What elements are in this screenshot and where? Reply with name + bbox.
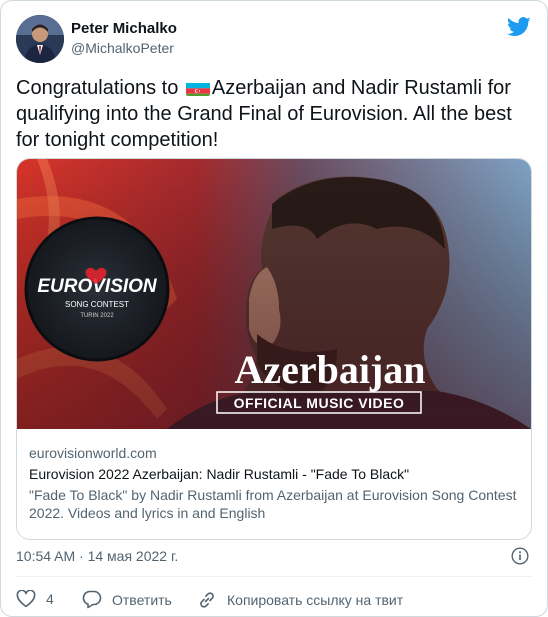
reply-label: Ответить [112, 591, 172, 608]
azerbaijan-flag-icon [185, 80, 210, 96]
copy-link-button[interactable]: Копировать ссылку на твит [197, 590, 403, 610]
author-name[interactable]: Peter Michalko [71, 20, 177, 37]
thumbnail-logo-city: TURIN 2022 [80, 313, 114, 319]
tweet-text-before-flag: Congratulations to [16, 77, 184, 99]
like-count: 4 [46, 591, 54, 607]
like-button[interactable]: 4 [16, 590, 54, 608]
twitter-bird-icon[interactable] [507, 17, 531, 37]
info-icon[interactable] [511, 547, 529, 565]
link-thumbnail[interactable]: EUROVISION SONG CONTEST TURIN 2022 Azerb… [17, 159, 531, 429]
divider [16, 576, 532, 577]
link-description: "Fade To Black" by Nadir Rustamli from A… [29, 487, 517, 521]
avatar[interactable] [16, 15, 64, 63]
tweet-text: Congratulations to Azerbaijan and Nadir … [16, 75, 531, 153]
thumbnail-logo-sub: SONG CONTEST [65, 300, 129, 309]
tweet-card: Peter Michalko @MichalkoPeter Congratula… [0, 0, 548, 617]
tweet-timestamp[interactable]: 10:54 AM · 14 мая 2022 г. [16, 548, 178, 564]
link-icon [200, 592, 214, 608]
reply-icon [82, 590, 102, 609]
link-domain: eurovisionworld.com [29, 445, 157, 461]
link-preview-card[interactable]: EUROVISION SONG CONTEST TURIN 2022 Azerb… [16, 158, 532, 540]
author-handle[interactable]: @MichalkoPeter [71, 40, 174, 56]
link-meta: eurovisionworld.com Eurovision 2022 Azer… [29, 444, 519, 522]
thumbnail-banner: OFFICIAL MUSIC VIDEO [234, 395, 405, 411]
copy-link-label: Копировать ссылку на твит [227, 592, 404, 608]
reply-button[interactable]: Ответить [82, 590, 172, 609]
heart-icon [16, 590, 36, 608]
link-title: Eurovision 2022 Azerbaijan: Nadir Rustam… [29, 466, 410, 482]
thumbnail-country: Azerbaijan [234, 347, 425, 392]
